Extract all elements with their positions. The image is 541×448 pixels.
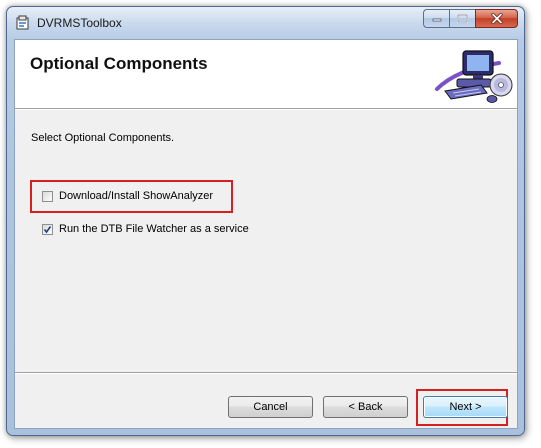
caption-buttons [423, 9, 518, 28]
banner-header: Optional Components [15, 40, 517, 109]
minimize-icon [432, 18, 441, 21]
footer-divider-highlight [15, 373, 517, 374]
checkmark-icon [43, 225, 52, 233]
next-button[interactable]: Next > [423, 396, 508, 418]
computer-with-cd-icon [435, 50, 513, 103]
window-title: DVRMSToolbox [37, 16, 122, 30]
title-bar[interactable]: DVRMSToolbox [7, 7, 524, 39]
showanalyzer-label: Download/Install ShowAnalyzer [59, 190, 214, 202]
close-icon [490, 13, 503, 24]
file-watcher-checkbox[interactable] [42, 223, 53, 235]
file-watcher-label: Run the DTB File Watcher as a service [59, 223, 249, 235]
minimize-button[interactable] [423, 9, 449, 28]
header-divider [15, 109, 517, 110]
installer-package-icon [15, 15, 31, 31]
instruction-text: Select Optional Components. [31, 132, 175, 144]
maximize-icon [457, 14, 468, 23]
maximize-button[interactable] [449, 9, 475, 28]
page-title: Optional Components [30, 54, 208, 73]
option-file-watcher-service[interactable]: Run the DTB File Watcher as a service [42, 223, 249, 235]
installer-window: DVRMSToolbox Optional Components Select … [6, 6, 525, 436]
back-button[interactable]: < Back [323, 396, 408, 418]
close-button[interactable] [475, 9, 518, 28]
cancel-button[interactable]: Cancel [228, 396, 313, 418]
dialog-client-area: Optional Components Select Optional Comp… [14, 39, 518, 429]
showanalyzer-checkbox[interactable] [42, 190, 53, 202]
option-showanalyzer[interactable]: Download/Install ShowAnalyzer [42, 190, 213, 202]
